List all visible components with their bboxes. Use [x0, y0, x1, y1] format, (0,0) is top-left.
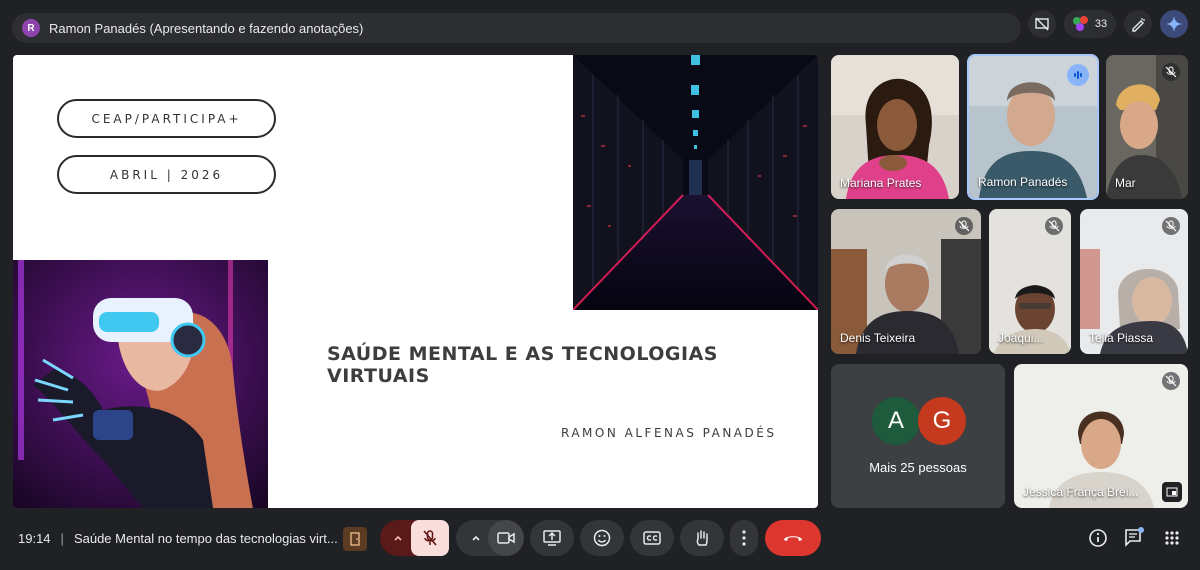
participant-name: Jessica França Brei... — [1023, 485, 1139, 499]
participant-name: Joaqui... — [998, 331, 1044, 345]
participant-avatar: G — [918, 397, 966, 445]
camera-button[interactable] — [488, 520, 524, 556]
pin-tile-icon[interactable] — [1162, 482, 1182, 502]
presenter-label: Ramon Panadés (Apresentando e fazendo an… — [49, 20, 364, 36]
raise-hand-button[interactable] — [680, 520, 724, 556]
meeting-title: Saúde Mental no tempo das tecnologias vi… — [73, 530, 338, 546]
gemini-button[interactable] — [1160, 10, 1188, 38]
speaking-indicator-icon — [1067, 64, 1089, 86]
participant-name: Mar — [1115, 176, 1136, 190]
participant-name: Denis Teixeira — [840, 331, 916, 345]
meeting-details-button[interactable] — [1086, 526, 1110, 550]
annotate-button[interactable] — [1124, 10, 1152, 38]
end-call-icon — [784, 536, 802, 541]
present-screen-icon — [543, 530, 561, 546]
hand-icon — [696, 530, 708, 546]
muted-mic-icon — [1162, 217, 1180, 235]
mic-off-icon — [423, 530, 437, 546]
video-camera-icon — [497, 532, 515, 544]
presentation-slide: CEAP/PARTICIPA+ ABRIL | 2026 SAÚDE MENTA… — [13, 55, 818, 508]
info-icon — [1089, 529, 1107, 547]
door-icon — [350, 532, 360, 546]
gemini-sparkle-icon — [1166, 16, 1182, 32]
reactions-button[interactable] — [580, 520, 624, 556]
more-participants-tile[interactable]: A G Mais 25 pessoas — [831, 364, 1005, 508]
microphone-button[interactable] — [411, 520, 449, 556]
emoji-icon — [593, 529, 611, 547]
server-corridor-image — [573, 55, 818, 310]
participant-name: Ramon Panadés — [978, 175, 1068, 189]
slide-author: RAMON ALFENAS PANADÉS — [561, 426, 777, 440]
people-count: 33 — [1094, 18, 1108, 30]
chat-button[interactable] — [1122, 526, 1146, 550]
hide-presentation-button[interactable] — [1028, 10, 1056, 38]
slide-title: SAÚDE MENTAL E AS TECNOLOGIAS VIRTUAIS — [327, 343, 718, 387]
participant-name: Teila Piassa — [1089, 331, 1154, 345]
breakout-room-button[interactable] — [343, 527, 367, 551]
muted-mic-icon — [955, 217, 973, 235]
participant-name: Mariana Prates — [840, 176, 922, 190]
leave-call-button[interactable] — [765, 520, 821, 556]
activities-button[interactable] — [1160, 526, 1184, 550]
muted-mic-icon — [1162, 372, 1180, 390]
present-screen-button[interactable] — [530, 520, 574, 556]
vr-woman-image — [13, 260, 268, 508]
chevron-up-icon — [394, 535, 402, 541]
camera-group — [456, 520, 524, 556]
closed-captions-icon — [643, 531, 661, 545]
participant-tile-mariana[interactable]: Mariana Prates — [831, 55, 959, 199]
slide-pill-organization: CEAP/PARTICIPA+ — [57, 99, 276, 138]
meeting-info: 19:14 | Saúde Mental no tempo das tecnol… — [18, 518, 338, 558]
people-avatars-icon — [1072, 16, 1088, 31]
top-right-controls: 33 — [1028, 10, 1188, 38]
participant-avatar: A — [872, 397, 920, 445]
chevron-up-icon — [472, 535, 480, 541]
more-vert-icon — [742, 530, 746, 546]
participant-tile-teila[interactable]: Teila Piassa — [1080, 209, 1188, 354]
people-button[interactable]: 33 — [1064, 10, 1116, 38]
muted-mic-icon — [1162, 63, 1180, 81]
slide-pill-date: ABRIL | 2026 — [57, 155, 276, 194]
participant-tile-joaqui[interactable]: Joaqui... — [989, 209, 1071, 354]
divider: | — [60, 530, 64, 546]
pen-icon — [1132, 18, 1145, 32]
meet-window: R Ramon Panadés (Apresentando e fazendo … — [0, 0, 1200, 570]
participant-tile-ramon[interactable]: Ramon Panadés — [967, 54, 1099, 200]
more-options-button[interactable] — [730, 520, 758, 556]
video-options-button[interactable] — [464, 520, 488, 556]
more-participants-label: Mais 25 pessoas — [869, 460, 967, 475]
presentation-off-icon — [1035, 17, 1049, 31]
presenter-bar[interactable]: R Ramon Panadés (Apresentando e fazendo … — [12, 13, 1021, 43]
participant-tile-jessica[interactable]: Jessica França Brei... — [1014, 364, 1188, 508]
presenter-avatar: R — [22, 19, 40, 37]
chat-icon — [1125, 527, 1144, 547]
participant-tile-mar[interactable]: Mar — [1106, 55, 1188, 199]
captions-button[interactable] — [630, 520, 674, 556]
muted-mic-icon — [1045, 217, 1063, 235]
bottom-control-bar: 19:14 | Saúde Mental no tempo das tecnol… — [0, 518, 1200, 558]
participant-tile-denis[interactable]: Denis Teixeira — [831, 209, 981, 354]
apps-grid-icon — [1165, 531, 1179, 545]
meeting-time: 19:14 — [18, 530, 51, 546]
